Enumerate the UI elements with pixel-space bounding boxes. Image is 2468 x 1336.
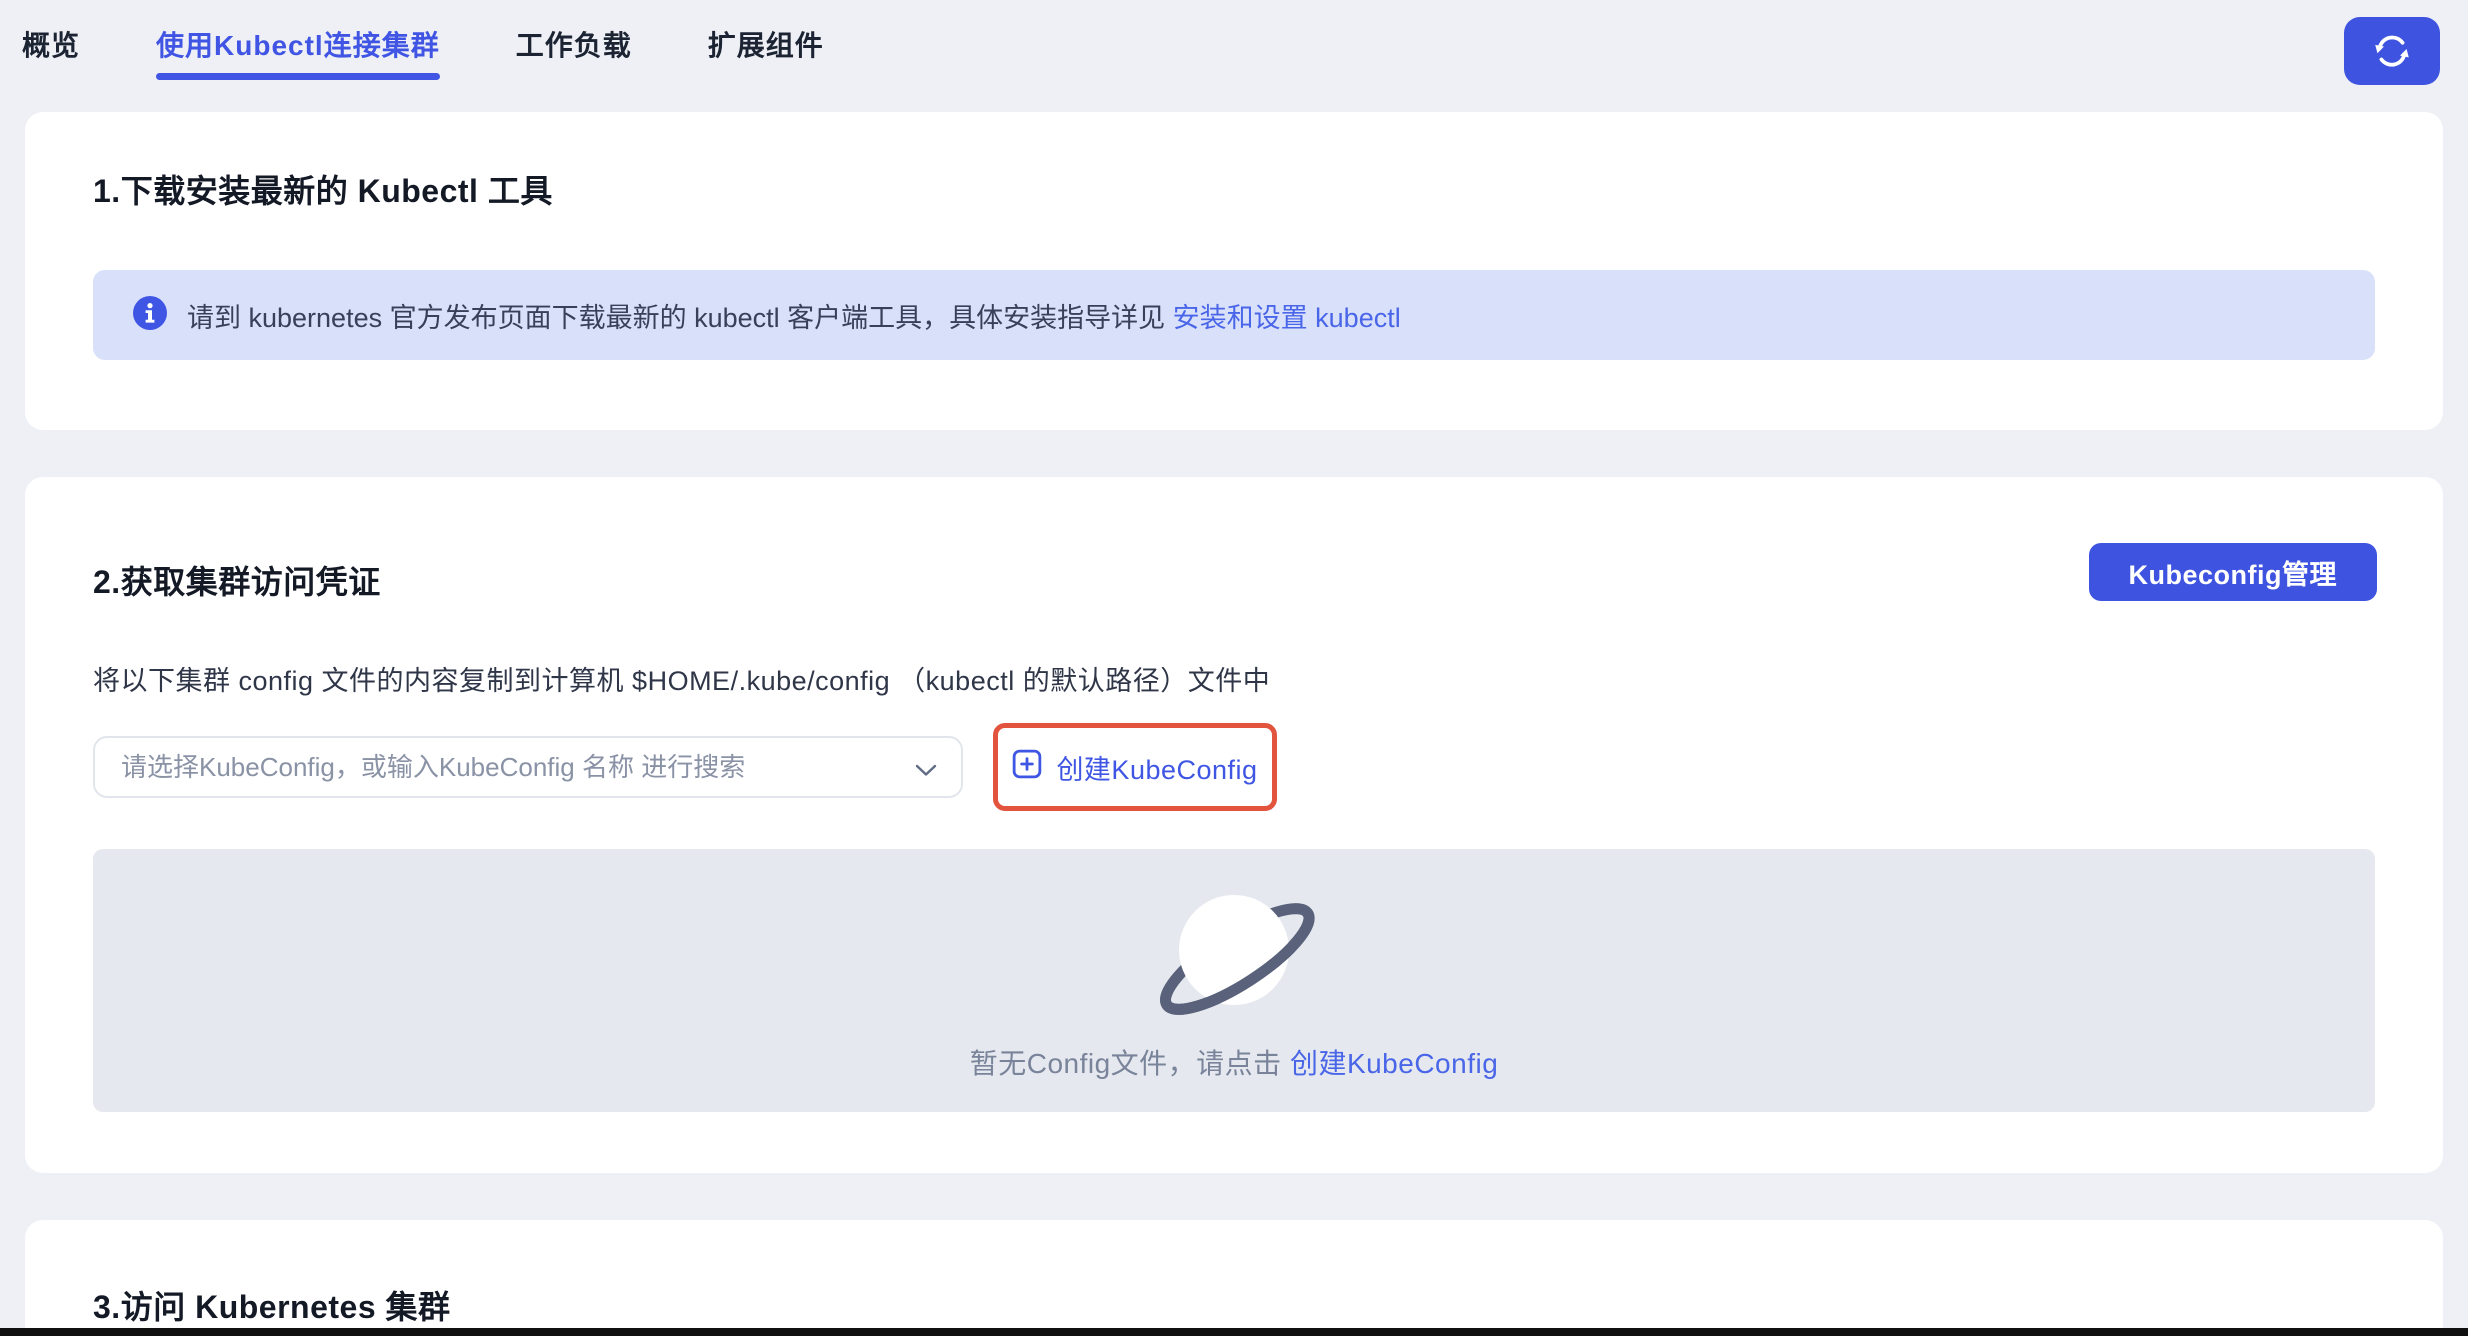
tab-label: 工作负载 xyxy=(516,30,632,61)
create-kubeconfig-button[interactable]: 创建KubeConfig xyxy=(1012,748,1257,787)
tab-bar: 概览 使用Kubectl连接集群 工作负载 扩展组件 xyxy=(0,0,2468,90)
step2-title: 2.获取集群访问凭证 xyxy=(93,557,2375,603)
step1-card: 1.下载安装最新的 Kubectl 工具 请到 kubernetes 官方发布页… xyxy=(25,112,2443,430)
kubeconfig-controls: 创建KubeConfig xyxy=(93,723,2375,811)
info-banner-text: 请到 kubernetes 官方发布页面下载最新的 kubectl 客户端工具，… xyxy=(187,296,1401,335)
empty-state-text: 暂无Config文件，请点击 创建KubeConfig xyxy=(970,1042,1499,1082)
empty-text: 暂无Config文件，请点击 xyxy=(970,1048,1290,1079)
info-text: 请到 kubernetes 官方发布页面下载最新的 kubectl 客户端工具，… xyxy=(187,303,1173,333)
tab-label: 概览 xyxy=(22,30,80,61)
kubeconfig-select-input[interactable] xyxy=(95,738,961,796)
tab-kubectl-connect[interactable]: 使用Kubectl连接集群 xyxy=(156,0,440,88)
create-kubeconfig-label: 创建KubeConfig xyxy=(1056,748,1257,787)
tab-label: 使用Kubectl连接集群 xyxy=(156,30,440,61)
refresh-button[interactable] xyxy=(2344,17,2440,85)
kubectl-connect-page: 概览 使用Kubectl连接集群 工作负载 扩展组件 1.下载安装最新的 xyxy=(0,0,2468,1336)
chevron-down-icon[interactable] xyxy=(915,764,937,782)
plus-square-icon xyxy=(1012,749,1042,786)
step3-title: 3.访问 Kubernetes 集群 xyxy=(93,1282,2375,1328)
highlight-box: 创建KubeConfig xyxy=(993,723,1277,811)
tab-addons[interactable]: 扩展组件 xyxy=(708,0,824,88)
active-tab-underline xyxy=(156,73,440,80)
step1-title: 1.下载安装最新的 Kubectl 工具 xyxy=(93,166,2375,212)
kubeconfig-manage-button[interactable]: Kubeconfig管理 xyxy=(2089,543,2378,601)
kubeconfig-select[interactable] xyxy=(93,736,963,798)
planet-ring-icon xyxy=(1139,879,1329,1034)
refresh-icon xyxy=(2372,30,2412,73)
bottom-edge-bar xyxy=(0,1328,2468,1336)
empty-create-kubeconfig-link[interactable]: 创建KubeConfig xyxy=(1290,1048,1498,1079)
info-banner: 请到 kubernetes 官方发布页面下载最新的 kubectl 客户端工具，… xyxy=(93,270,2375,360)
tab-overview[interactable]: 概览 xyxy=(22,0,80,88)
kubeconfig-empty-state: 暂无Config文件，请点击 创建KubeConfig xyxy=(93,849,2375,1112)
install-kubectl-link[interactable]: 安装和设置 kubectl xyxy=(1173,303,1401,333)
step2-description: 将以下集群 config 文件的内容复制到计算机 $HOME/.kube/con… xyxy=(93,659,2375,698)
tab-label: 扩展组件 xyxy=(708,30,824,61)
tab-workloads[interactable]: 工作负载 xyxy=(516,0,632,88)
info-icon xyxy=(133,296,167,335)
step3-card: 3.访问 Kubernetes 集群 xyxy=(25,1220,2443,1336)
step2-card: 2.获取集群访问凭证 Kubeconfig管理 将以下集群 config 文件的… xyxy=(25,477,2443,1173)
